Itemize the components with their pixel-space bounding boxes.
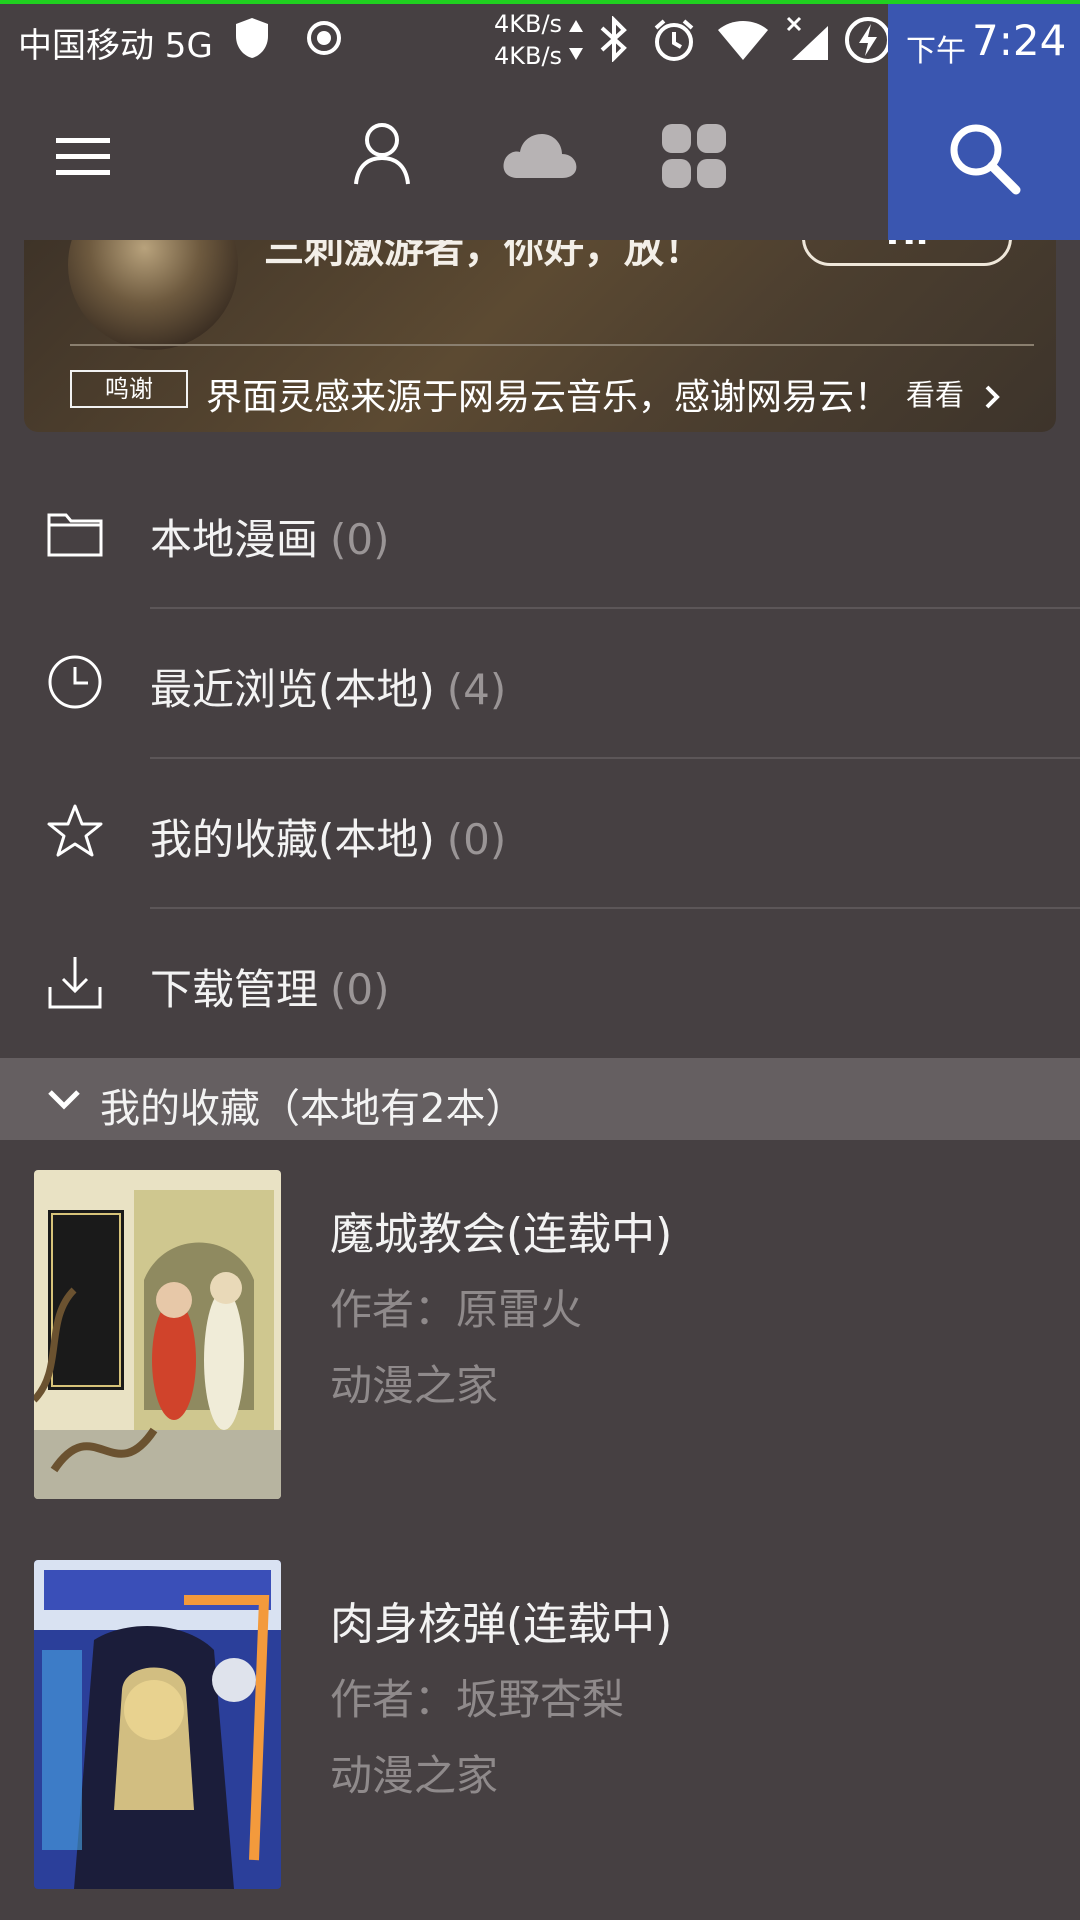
cover-image	[34, 1560, 281, 1889]
book-source: 动漫之家	[330, 1751, 499, 1800]
book-item[interactable]: 肉身核弹(连载中) 作者：坂野杏梨 动漫之家	[0, 1560, 1080, 1920]
book-cover[interactable]	[34, 1170, 281, 1499]
menu-icon[interactable]	[54, 134, 114, 178]
thanks-tag: 鸣谢	[70, 370, 188, 408]
carrier-label: 中国移动 5G	[18, 26, 213, 66]
menu-item-recent[interactable]: 最近浏览(本地) (4)	[0, 608, 1080, 758]
menu-label: 最近浏览(本地) (4)	[150, 665, 507, 714]
menu-count: (0)	[330, 965, 390, 1014]
cover-image	[34, 1170, 281, 1499]
menu-count: (0)	[446, 815, 507, 864]
book-item[interactable]: 魔城教会(连载中) 作者：原雷火 动漫之家	[0, 1170, 1080, 1550]
chevron-right-icon	[985, 385, 1001, 409]
battery-charging-icon	[845, 17, 891, 63]
menu-item-downloads[interactable]: 下载管理 (0)	[0, 908, 1080, 1058]
search-icon[interactable]	[944, 118, 1024, 198]
avatar[interactable]	[68, 240, 238, 350]
status-bar: 中国移动 5G 4KB/s 4KB/s 下午 7:24	[0, 0, 1080, 76]
arrows-icon	[569, 20, 583, 60]
time-label: 7:24	[972, 16, 1067, 65]
folder-icon	[47, 513, 103, 557]
apps-icon[interactable]	[660, 122, 728, 190]
book-author: 作者：原雷火	[330, 1285, 583, 1334]
menu-label: 本地漫画 (0)	[150, 515, 390, 564]
search-button[interactable]	[888, 72, 1080, 240]
greeting-button[interactable]: Hi	[802, 240, 1012, 266]
book-title: 肉身核弹(连载中)	[330, 1599, 673, 1650]
record-icon	[307, 21, 341, 55]
book-author: 作者：坂野杏梨	[330, 1675, 625, 1724]
section-title: 我的收藏（本地有2本）	[100, 1086, 526, 1132]
banner: 三刺激游者，你好，放！ Hi 鸣谢 界面灵感来源于网易云音乐，感谢网易云！ 看看	[24, 240, 1056, 432]
shield-icon	[236, 18, 268, 58]
star-icon	[47, 804, 103, 857]
book-cover[interactable]	[34, 1560, 281, 1889]
menu-count: (4)	[446, 665, 507, 714]
alarm-icon	[654, 19, 694, 61]
favorites-section-header[interactable]: 我的收藏（本地有2本）	[0, 1058, 1080, 1140]
chevron-down-icon	[48, 1090, 80, 1110]
banner-divider	[70, 344, 1034, 346]
book-title: 魔城教会(连载中)	[330, 1209, 673, 1260]
menu-label: 下载管理 (0)	[150, 965, 390, 1014]
menu-item-favorites[interactable]: 我的收藏(本地) (0)	[0, 758, 1080, 908]
banner-headline: 三刺激游者，你好，放！	[264, 240, 704, 272]
book-source: 动漫之家	[330, 1361, 499, 1410]
menu-item-local-comics[interactable]: 本地漫画 (0)	[0, 458, 1080, 608]
signal-icon	[786, 16, 828, 60]
menu-count: (0)	[330, 515, 390, 564]
net-speed-down: 4KB/s	[494, 42, 563, 70]
banner-more-label: 看看	[906, 378, 965, 412]
net-speed: 4KB/s 4KB/s	[494, 8, 562, 72]
bluetooth-icon	[600, 16, 627, 62]
banner-more-link[interactable]: 看看	[906, 372, 1003, 414]
download-icon	[48, 957, 102, 1009]
cloud-icon[interactable]	[500, 130, 580, 180]
profile-icon[interactable]	[350, 120, 414, 188]
banner-message: 界面灵感来源于网易云音乐，感谢网易云！	[206, 377, 891, 418]
net-speed-up: 4KB/s	[494, 10, 563, 38]
menu-label: 我的收藏(本地) (0)	[150, 815, 507, 864]
clock-icon	[48, 655, 102, 709]
wifi-icon	[718, 21, 768, 60]
ampm-label: 下午	[906, 34, 966, 69]
